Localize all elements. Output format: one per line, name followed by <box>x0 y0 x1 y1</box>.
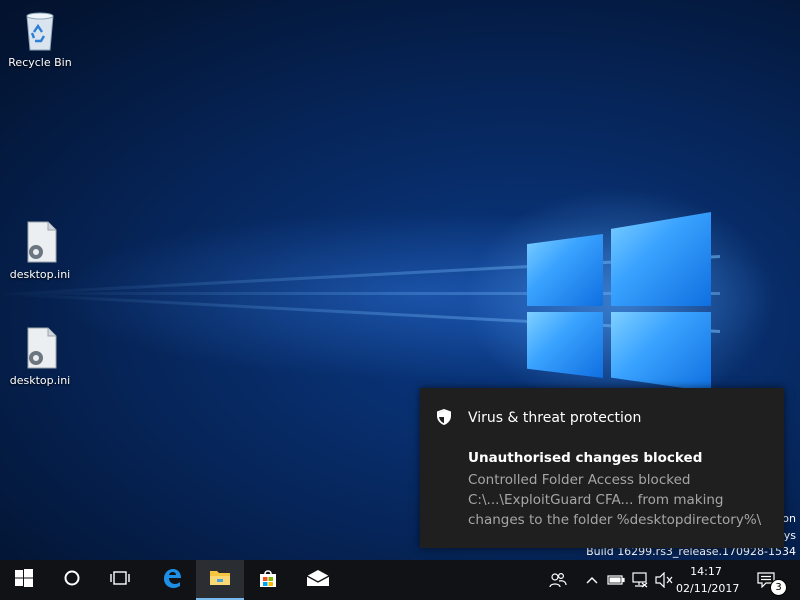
store-taskbar-button[interactable] <box>244 560 292 600</box>
task-view-button[interactable] <box>96 560 144 600</box>
file-explorer-taskbar-button[interactable] <box>196 560 244 600</box>
watermark-line: on <box>782 512 796 525</box>
clock-time: 14:17 <box>690 565 722 578</box>
task-view-icon <box>109 570 131 590</box>
people-icon[interactable] <box>548 570 568 590</box>
recycle-bin-icon <box>20 8 60 52</box>
start-icon <box>15 569 33 591</box>
recycle-bin-desktop-icon[interactable]: Recycle Bin <box>0 8 80 69</box>
notification-count-badge: 3 <box>770 579 787 596</box>
volume-muted-icon[interactable] <box>654 570 674 590</box>
defender-toast-notification[interactable]: Virus & threat protection Unauthorised c… <box>420 388 784 548</box>
toast-body: Controlled Folder Access blocked C:\...\… <box>468 472 762 528</box>
watermark-line: ys <box>783 529 796 542</box>
desktop-ini-file-icon[interactable]: desktop.ini <box>0 326 80 387</box>
edge-taskbar-button[interactable] <box>148 560 196 600</box>
mail-taskbar-button[interactable] <box>294 560 342 600</box>
taskbar-clock[interactable]: 14:17 02/11/2017 <box>676 563 740 597</box>
desktop-icon-label: Recycle Bin <box>8 56 72 69</box>
cortana-button[interactable] <box>48 560 96 600</box>
network-icon[interactable] <box>630 570 650 590</box>
desktop-ini-file-icon[interactable]: desktop.ini <box>0 220 80 281</box>
windows-logo-wallpaper <box>527 212 713 392</box>
toast-app-name: Virus & threat protection <box>468 410 642 426</box>
file-explorer-icon <box>209 568 231 590</box>
shield-icon <box>436 408 452 426</box>
desktop-icon-label: desktop.ini <box>9 268 71 281</box>
edge-icon <box>161 567 183 593</box>
toast-title: Unauthorised changes blocked <box>468 450 703 466</box>
store-icon <box>257 567 279 593</box>
clock-date: 02/11/2017 <box>676 582 740 595</box>
settings-file-icon <box>20 220 60 264</box>
battery-icon[interactable] <box>606 570 626 590</box>
chevron-up-icon[interactable] <box>582 570 602 590</box>
settings-file-icon <box>20 326 60 370</box>
desktop-icon-label: desktop.ini <box>9 374 71 387</box>
mail-icon <box>306 569 330 591</box>
taskbar: 14:17 02/11/2017 <box>0 560 800 600</box>
cortana-icon <box>63 569 81 591</box>
start-button[interactable] <box>0 560 48 600</box>
